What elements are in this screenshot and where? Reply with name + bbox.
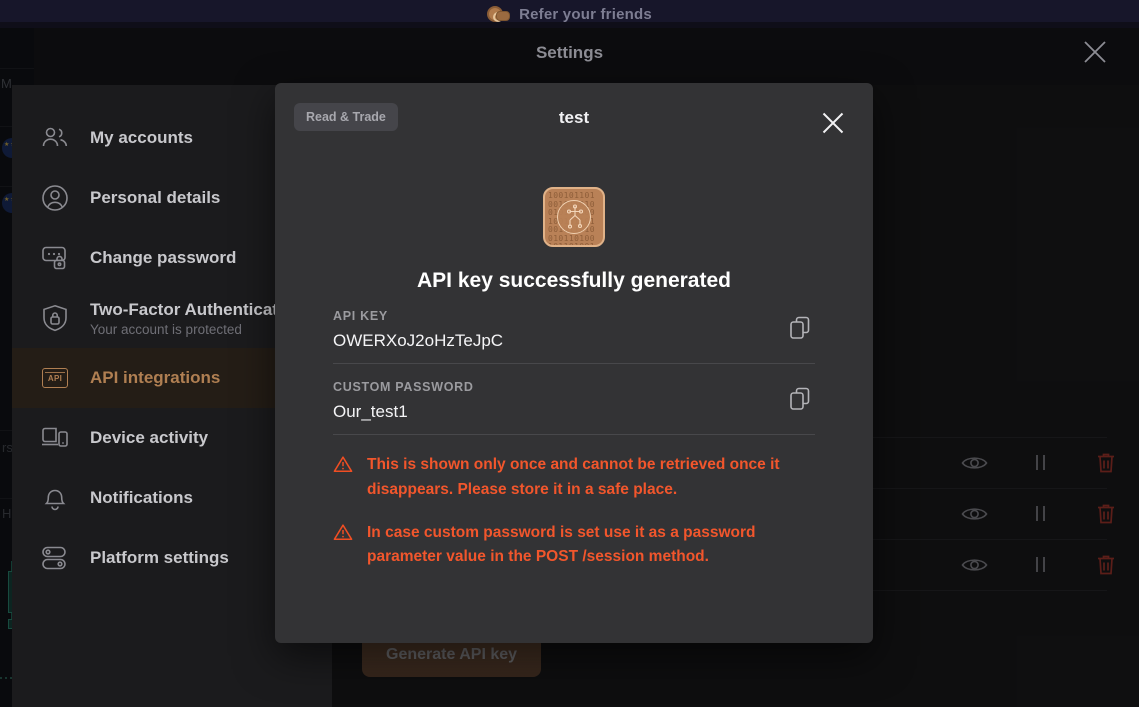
close-icon[interactable] (1073, 30, 1117, 74)
custom-password-value: Our_test1 (333, 402, 408, 421)
password-lock-icon (40, 243, 70, 273)
field-label: API KEY (333, 309, 388, 323)
warning-item: In case custom password is set use it as… (333, 521, 815, 571)
warning-text: This is shown only once and cannot be re… (367, 456, 780, 498)
modal-title: test (558, 108, 590, 127)
warning-triangle-icon (333, 455, 353, 479)
api-icon: API (40, 363, 70, 393)
shield-lock-icon (40, 303, 70, 333)
bell-icon (40, 483, 70, 513)
sidebar-item-label: My accounts (90, 128, 193, 147)
user-circle-icon (40, 183, 70, 213)
devices-icon (40, 423, 70, 453)
sidebar-item-label: Personal details (90, 188, 221, 207)
sidebar-item-sublabel: Your account is protected (90, 321, 242, 337)
page-title: Settings (535, 43, 604, 62)
sidebar-item-label: Change password (90, 248, 237, 267)
warning-item: This is shown only once and cannot be re… (333, 453, 815, 503)
coins-icon (487, 5, 511, 23)
circuit-chip-icon (557, 200, 591, 234)
modal-heading: API key successfully generated (417, 269, 731, 292)
close-icon[interactable] (813, 103, 853, 143)
people-icon (40, 123, 70, 153)
sidebar-item-label: Platform settings (90, 548, 229, 567)
copy-icon[interactable] (785, 313, 815, 343)
warning-triangle-icon (333, 523, 353, 547)
field-label: CUSTOM PASSWORD (333, 380, 474, 394)
warning-text: In case custom password is set use it as… (367, 523, 756, 566)
api-key-value: OWERXoJ2oHzTeJpC (333, 331, 504, 350)
settings-header: Settings (0, 22, 1139, 84)
api-key-chip-icon: 1001011010010110100101101001001011010010… (543, 187, 605, 247)
warnings-list: This is shown only once and cannot be re… (333, 453, 815, 570)
custom-password-field: CUSTOM PASSWORD Our_test1 (333, 364, 815, 435)
screen-root: Refer your friends M rs H (0, 0, 1139, 707)
refer-friends-label: Refer your friends (519, 5, 652, 23)
sidebar-item-label: Two-Factor Authentication (90, 299, 304, 319)
modal-header: Read & Trade test (275, 83, 873, 155)
sidebar-item-label: API integrations (90, 368, 221, 387)
copy-icon[interactable] (785, 384, 815, 414)
sidebar-item-label: Device activity (90, 428, 209, 447)
api-badge-label: API (42, 368, 68, 388)
sidebar-item-label: Notifications (90, 488, 193, 507)
api-key-field: API KEY OWERXoJ2oHzTeJpC (333, 293, 815, 364)
toggles-icon (40, 543, 70, 573)
api-key-generated-modal: Read & Trade test 1001011010010110100101… (275, 83, 873, 643)
